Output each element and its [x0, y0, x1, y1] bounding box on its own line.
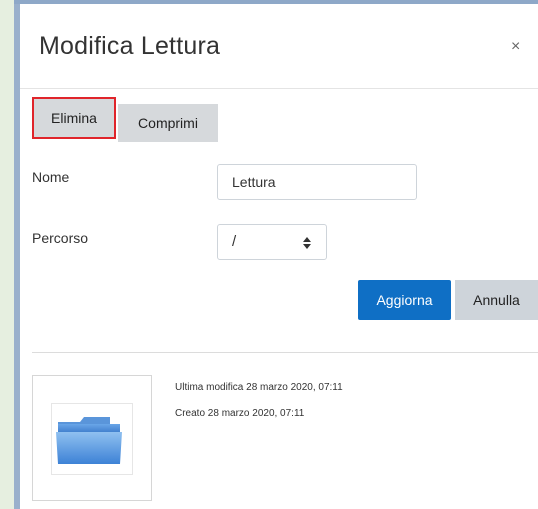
- section-divider: [32, 352, 538, 353]
- dialog-header: Modifica Lettura ×: [20, 4, 538, 89]
- modified-date: Ultima modifica 28 marzo 2020, 07:11: [175, 382, 343, 393]
- name-input-value: Lettura: [232, 174, 276, 190]
- path-select-value: /: [232, 233, 237, 250]
- compress-button[interactable]: Comprimi: [118, 104, 218, 142]
- thumbnail-frame: [51, 403, 133, 475]
- name-input[interactable]: Lettura: [217, 164, 417, 200]
- close-icon[interactable]: ×: [511, 38, 520, 56]
- delete-button[interactable]: Elimina: [32, 97, 116, 139]
- page-background-strip: [0, 0, 14, 509]
- file-thumbnail: [32, 375, 152, 501]
- dialog-title: Modifica Lettura: [39, 32, 221, 60]
- name-label: Nome: [32, 169, 70, 185]
- folder-icon: [56, 417, 122, 464]
- cancel-button[interactable]: Annulla: [455, 280, 538, 320]
- update-button[interactable]: Aggiorna: [358, 280, 451, 320]
- edit-dialog: Modifica Lettura × Elimina Comprimi Nome…: [20, 4, 538, 509]
- path-select[interactable]: /: [217, 224, 327, 260]
- sort-arrows-icon: [303, 237, 311, 249]
- path-label: Percorso: [32, 230, 89, 246]
- created-date: Creato 28 marzo 2020, 07:11: [175, 408, 305, 419]
